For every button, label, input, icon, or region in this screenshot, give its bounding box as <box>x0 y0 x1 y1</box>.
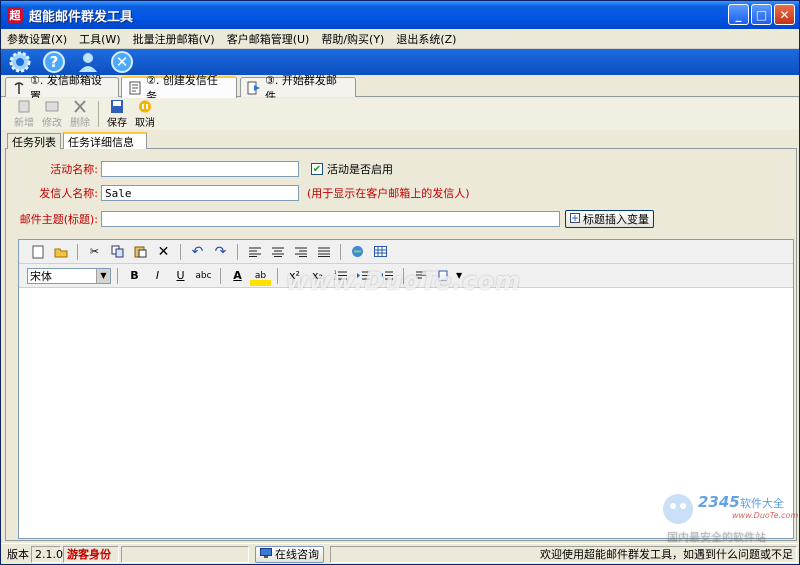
enabled-label: 活动是否启用 <box>327 163 393 176</box>
user-icon[interactable] <box>75 50 101 74</box>
edit-icon <box>45 100 59 113</box>
new-doc-icon[interactable] <box>27 242 48 262</box>
menu-batch-register[interactable]: 批量注册邮箱(V) <box>127 31 221 47</box>
align-center-icon[interactable] <box>267 242 288 262</box>
font-color-button[interactable]: A <box>227 266 248 286</box>
monitor-icon <box>260 547 272 561</box>
insert-variable-icon <box>570 212 580 226</box>
redo-icon[interactable]: ↷ <box>210 242 231 262</box>
watermark-text: www.DuoTe.com <box>286 267 521 295</box>
maximize-button[interactable]: □ <box>751 4 772 25</box>
app-window: 超 超能邮件群发工具 _ □ ✕ 参数设置(X) 工具(W) 批量注册邮箱(V)… <box>0 0 800 565</box>
menu-tools[interactable]: 工具(W) <box>73 31 126 47</box>
sender-hint: (用于显示在客户邮箱上的发信人) <box>307 187 470 200</box>
task-icon <box>128 81 142 95</box>
task-detail-panel: 活动名称: ✔ 活动是否启用 发信人名称: Sale (用于显示在客户邮箱上的发… <box>5 149 798 541</box>
menu-customer-mailbox[interactable]: 客户邮箱管理(U) <box>221 31 316 47</box>
delete-icon[interactable]: ✕ <box>153 242 174 262</box>
antenna-icon <box>12 81 26 95</box>
sub-tab-bar: 任务列表 任务详细信息 <box>5 131 797 150</box>
copy-icon[interactable] <box>107 242 128 262</box>
edit-button[interactable]: 修改 <box>39 98 65 129</box>
status-bar: 版本 2.1.0 游客身份 在线咨询 欢迎使用超能邮件群发工具，如遇到什么问题或… <box>1 543 799 564</box>
main-tab-bar: ①. 发信邮箱设置 ②. 创建发信任务 ③. 开始群发邮件 <box>1 74 799 103</box>
insert-link-icon[interactable] <box>347 242 368 262</box>
justify-icon[interactable] <box>313 242 334 262</box>
menu-settings[interactable]: 参数设置(X) <box>1 31 73 47</box>
new-icon <box>17 100 31 113</box>
close-button[interactable]: ✕ <box>774 4 795 25</box>
undo-icon[interactable]: ↶ <box>187 242 208 262</box>
align-right-icon[interactable] <box>290 242 311 262</box>
delete-button[interactable]: 删除 <box>67 98 93 129</box>
strikethrough-button[interactable]: abc <box>193 266 214 286</box>
gear-icon[interactable] <box>7 50 33 74</box>
save-icon <box>110 100 124 113</box>
exit-icon[interactable]: ✕ <box>109 50 135 74</box>
online-consult-button[interactable]: 在线咨询 <box>255 545 324 563</box>
bold-button[interactable]: B <box>124 266 145 286</box>
window-title: 超能邮件群发工具 <box>29 9 134 25</box>
editor-toolbar-1: ✂ ✕ ↶ ↷ <box>19 240 793 264</box>
new-button[interactable]: 新增 <box>11 98 37 129</box>
activity-name-input[interactable] <box>101 161 299 177</box>
enabled-checkbox[interactable]: ✔ <box>311 163 323 175</box>
sender-name-input[interactable]: Sale <box>101 185 299 201</box>
underline-button[interactable]: U <box>170 266 191 286</box>
save-button[interactable]: 保存 <box>104 98 130 129</box>
app-logo-icon: 超 <box>7 7 23 23</box>
cancel-icon <box>138 100 152 113</box>
version-value: 2.1.0 <box>31 545 63 563</box>
tab-create-task[interactable]: ②. 创建发信任务 <box>121 74 237 103</box>
align-left-icon[interactable] <box>244 242 265 262</box>
open-folder-icon[interactable] <box>50 242 71 262</box>
quick-icon-bar: ? ✕ <box>1 49 799 75</box>
mascot-icon <box>663 494 693 524</box>
tab-task-list[interactable]: 任务列表 <box>7 133 61 149</box>
font-family-select[interactable]: 宋体 ▼ <box>27 267 111 284</box>
title-bar[interactable]: 超 超能邮件群发工具 _ □ ✕ <box>1 1 799 29</box>
cut-icon[interactable]: ✂ <box>84 242 105 262</box>
send-icon <box>247 81 261 95</box>
guest-badge: 游客身份 <box>63 545 119 563</box>
subject-label: 邮件主题(标题): <box>19 213 98 226</box>
menu-exit[interactable]: 退出系统(Z) <box>390 31 462 47</box>
minimize-button[interactable]: _ <box>728 4 749 25</box>
italic-button[interactable]: I <box>147 266 168 286</box>
insert-table-icon[interactable] <box>370 242 391 262</box>
delete-icon <box>73 100 87 113</box>
cancel-button[interactable]: 取消 <box>132 98 158 129</box>
paste-icon[interactable] <box>130 242 151 262</box>
menu-bar: 参数设置(X) 工具(W) 批量注册邮箱(V) 客户邮箱管理(U) 帮助/购买(… <box>1 29 799 49</box>
toolbar-separator <box>98 101 99 127</box>
help-icon[interactable]: ? <box>41 50 67 74</box>
tab-sender-settings[interactable]: ①. 发信邮箱设置 <box>5 74 119 103</box>
welcome-message: 欢迎使用超能邮件群发工具，如遇到什么问题或不足 <box>330 545 797 563</box>
activity-name-label: 活动名称: <box>50 163 98 176</box>
insert-variable-button[interactable]: 标题插入变量 <box>565 210 654 228</box>
tab-start-sending[interactable]: ③. 开始群发邮件 <box>240 74 356 103</box>
menu-help-buy[interactable]: 帮助/购买(Y) <box>315 31 390 47</box>
chevron-down-icon: ▼ <box>96 268 110 283</box>
highlight-button[interactable]: ab <box>250 265 271 286</box>
record-toolbar: 新增 修改 删除 保存 取消 <box>1 98 799 130</box>
version-label: 版本 <box>7 548 29 561</box>
tab-task-detail[interactable]: 任务详细信息 <box>63 132 147 150</box>
sender-name-label: 发信人名称: <box>39 187 98 200</box>
subject-input[interactable] <box>101 211 560 227</box>
